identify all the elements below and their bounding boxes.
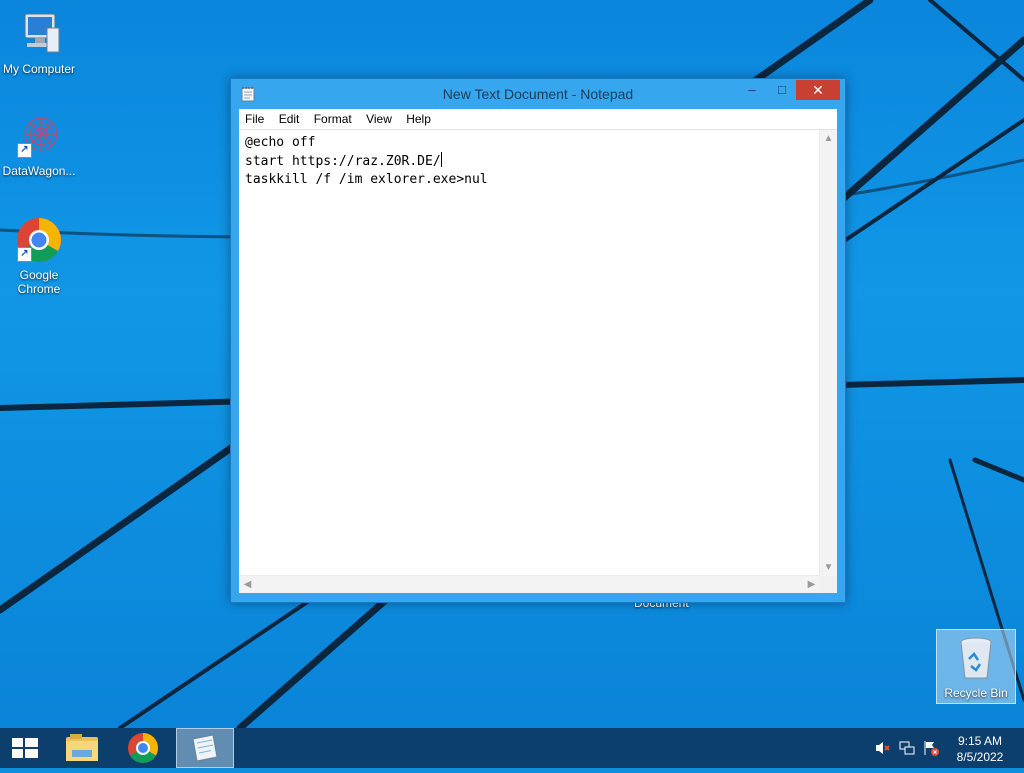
taskbar-notepad[interactable] xyxy=(176,728,234,768)
desktop-icon-google-chrome[interactable]: ↗ Google Chrome xyxy=(0,216,78,296)
chrome-icon xyxy=(128,733,159,764)
menu-view[interactable]: View xyxy=(360,109,397,126)
taskbar-file-explorer[interactable] xyxy=(56,728,108,768)
horizontal-scrollbar[interactable]: ◀ ▶ xyxy=(239,575,820,593)
computer-icon xyxy=(15,10,63,58)
scroll-right-icon[interactable]: ▶ xyxy=(803,576,820,593)
clock-time: 9:15 AM xyxy=(957,734,1003,748)
menu-edit[interactable]: Edit xyxy=(273,109,305,126)
scroll-up-icon[interactable]: ▲ xyxy=(820,130,837,147)
notepad-window[interactable]: New Text Document - Notepad – □ ✕ File E… xyxy=(230,78,846,603)
taskbar: 9:15 AM 8/5/2022 xyxy=(0,728,1024,768)
desktop-icon-label-line1: Google xyxy=(19,268,59,282)
vertical-scrollbar[interactable]: ▲ ▼ xyxy=(819,130,837,576)
menu-help[interactable]: Help xyxy=(400,109,436,126)
folder-icon xyxy=(66,734,98,761)
desktop-icon-label: DataWagon... xyxy=(2,164,76,178)
desktop-icon-label: Recycle Bin xyxy=(944,686,1008,700)
editor-text[interactable]: @echo off start https://raz.Z0R.DE/ task… xyxy=(245,134,488,189)
maximize-button[interactable]: □ xyxy=(769,80,795,100)
resize-grip[interactable] xyxy=(820,576,837,593)
desktop-icon-label-line2: Chrome xyxy=(17,282,61,296)
close-button[interactable]: ✕ xyxy=(796,80,840,100)
start-button[interactable] xyxy=(0,728,50,768)
minimize-button[interactable]: – xyxy=(739,80,765,100)
desktop-icon-datawagon[interactable]: ↗ DataWagon... xyxy=(0,112,78,178)
editor-line: taskkill /f /im exlorer.exe>nul xyxy=(245,172,488,187)
desktop-icon-recycle-bin[interactable]: Recycle Bin xyxy=(936,629,1016,704)
datawagon-icon: ↗ xyxy=(15,112,63,160)
menu-bar: File Edit Format View Help xyxy=(239,109,837,130)
editor-line: @echo off xyxy=(245,135,316,150)
taskbar-chrome[interactable] xyxy=(116,728,168,768)
system-clock[interactable]: 9:15 AM 8/5/2022 xyxy=(948,733,1012,765)
desktop-icon-my-computer[interactable]: My Computer xyxy=(0,10,78,76)
shortcut-arrow-icon: ↗ xyxy=(17,247,32,262)
menu-format[interactable]: Format xyxy=(308,109,357,126)
scroll-down-icon[interactable]: ▼ xyxy=(820,559,837,576)
menu-file[interactable]: File xyxy=(239,109,269,126)
chrome-icon: ↗ xyxy=(15,216,63,264)
network-icon[interactable] xyxy=(898,740,916,756)
notepad-icon xyxy=(192,734,218,762)
desktop: My Computer ↗ DataWagon... ↗ Google Chro… xyxy=(0,0,1024,728)
volume-muted-icon[interactable] xyxy=(874,740,892,756)
action-center-flag-icon[interactable] xyxy=(922,740,940,756)
text-editor[interactable]: @echo off start https://raz.Z0R.DE/ task… xyxy=(239,130,837,593)
title-bar[interactable]: New Text Document - Notepad – □ ✕ xyxy=(231,79,845,109)
text-caret xyxy=(440,152,442,167)
shortcut-arrow-icon: ↗ xyxy=(17,143,32,158)
desktop-icon-label: My Computer xyxy=(2,62,76,76)
scroll-left-icon[interactable]: ◀ xyxy=(239,576,256,593)
recycle-bin-icon xyxy=(952,634,1000,682)
windows-logo-icon xyxy=(12,738,38,758)
editor-line: start https://raz.Z0R.DE/ xyxy=(245,154,441,169)
clock-date: 8/5/2022 xyxy=(956,750,1004,764)
